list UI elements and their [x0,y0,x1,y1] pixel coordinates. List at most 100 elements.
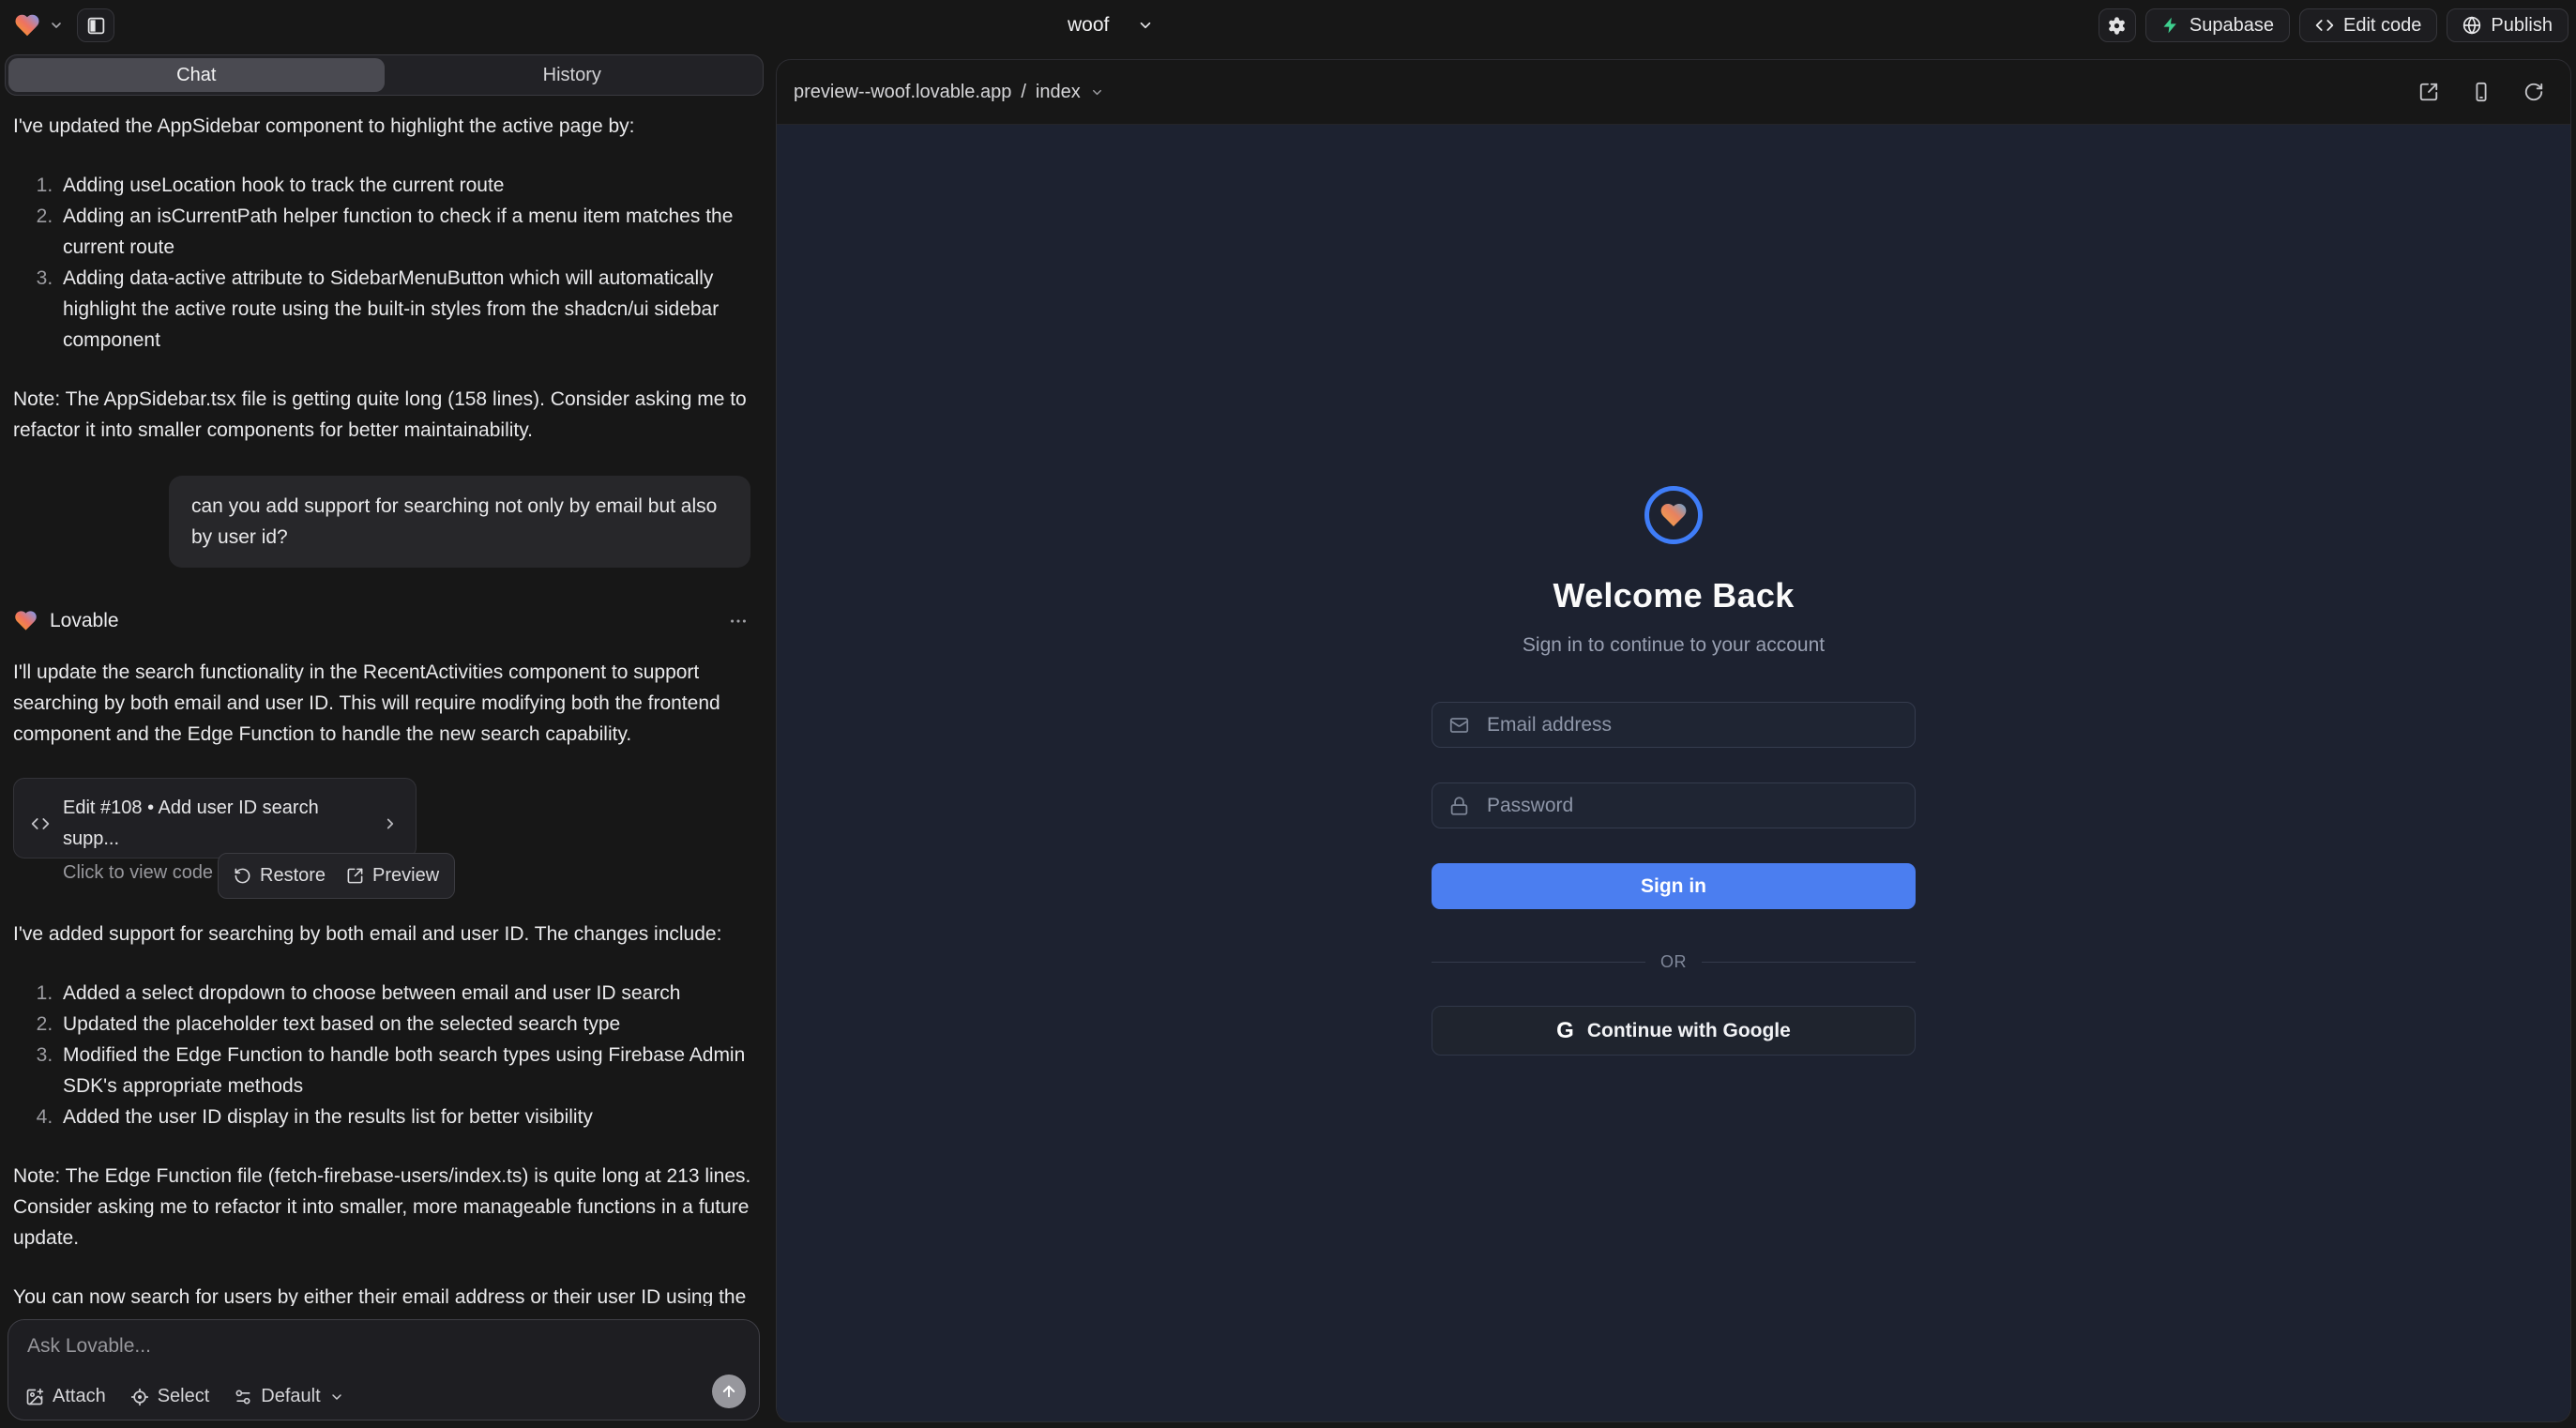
divider-line [1432,962,1645,963]
preview-header: preview--woof.lovable.app / index [777,60,2570,125]
or-divider: OR [1432,952,1916,972]
select-target-icon [130,1388,149,1406]
password-field[interactable] [1432,782,1916,828]
attach-button[interactable]: Attach [25,1386,106,1407]
login-subtitle: Sign in to continue to your account [1523,634,1825,657]
topbar-left [13,0,114,51]
user-message-row: can you add support for searching not on… [13,476,750,568]
supabase-button[interactable]: Supabase [2145,8,2290,42]
ellipsis-icon [728,611,749,631]
list-item: Added a select dropdown to choose betwee… [58,978,754,1009]
app-logo-ring [1644,486,1703,544]
tab-chat[interactable]: Chat [8,58,385,92]
preview-header-icons [2418,82,2544,102]
refresh-button[interactable] [2523,82,2544,102]
restore-label: Restore [260,860,326,891]
edit-code-label: Edit code [2343,15,2421,37]
publish-button[interactable]: Publish [2447,8,2568,42]
login-form: Sign in OR G Continue with Google [1432,657,1916,1056]
open-in-new-tab-button[interactable] [2418,82,2439,102]
restore-icon [234,867,251,885]
code-icon [31,814,50,833]
mobile-view-button[interactable] [2471,82,2492,102]
attach-image-icon [25,1388,44,1406]
preview-page: index [1036,82,1081,103]
settings-button[interactable] [2099,8,2136,42]
assistant-message-intro: I'll update the search functionality in … [13,657,754,750]
sign-in-button[interactable]: Sign in [1432,863,1916,909]
edit-actions-pill: Restore Preview [218,853,455,899]
preview-label: Preview [372,860,439,891]
code-icon [2315,16,2334,35]
supabase-bolt-icon [2161,16,2180,35]
panel-left-icon [86,16,106,36]
mode-label: Default [261,1386,320,1407]
lovable-heart-logo-icon [13,11,41,39]
project-switcher[interactable]: woof [1068,0,1154,51]
external-link-icon [346,867,364,885]
email-field-wrap [1432,702,1916,748]
preview-panel: preview--woof.lovable.app / index [776,59,2571,1422]
publish-label: Publish [2491,15,2553,37]
edit-code-button[interactable]: Edit code [2299,8,2437,42]
lovable-heart-avatar-icon [13,608,38,633]
assistant-message-list: Added a select dropdown to choose betwee… [13,978,754,1132]
mode-dropdown[interactable]: Default [234,1386,343,1407]
preview-url-breadcrumb[interactable]: preview--woof.lovable.app / index [794,82,1104,103]
chevron-down-icon [329,1390,344,1405]
toggle-sidebar-button[interactable] [77,8,114,42]
edit-card-title-row: Edit #108 • Add user ID search supp... [31,793,399,855]
topbar: woof Supabase Edit code [0,0,2576,51]
assistant-message-intro: I've updated the AppSidebar component to… [13,111,754,142]
edit-code-card[interactable]: Edit #108 • Add user ID search supp... C… [13,778,417,858]
gear-icon [2107,16,2127,36]
google-button-label: Continue with Google [1587,1020,1791,1042]
project-name: woof [1068,14,1109,37]
user-message-bubble: can you add support for searching not on… [169,476,750,568]
sliders-icon [234,1388,252,1406]
list-item: Adding useLocation hook to track the cur… [58,170,754,201]
tab-history[interactable]: History [385,58,761,92]
chat-composer: Attach Select Default [8,1319,760,1420]
email-field[interactable] [1432,702,1916,748]
chat-history-tabs: Chat History [5,54,764,96]
workspace-menu-button[interactable] [13,11,64,39]
chat-input[interactable] [8,1320,759,1373]
select-label: Select [158,1386,210,1407]
message-menu-button[interactable] [728,611,749,631]
chevron-down-icon [1090,85,1104,99]
select-element-button[interactable]: Select [130,1386,210,1407]
chevron-down-icon [1137,17,1154,34]
restore-button[interactable]: Restore [234,860,326,891]
edit-card-title: Edit #108 • Add user ID search supp... [63,793,369,855]
login-title: Welcome Back [1553,576,1794,615]
google-g-icon: G [1556,1018,1574,1044]
arrow-up-icon [720,1383,737,1400]
assistant-name: Lovable [50,605,119,636]
chevron-right-icon [382,815,399,832]
preview-host: preview--woof.lovable.app [794,82,1011,103]
continue-with-google-button[interactable]: G Continue with Google [1432,1006,1916,1056]
chat-message-list[interactable]: I've updated the AppSidebar component to… [0,105,767,1306]
list-item: Updated the placeholder text based on th… [58,1009,754,1040]
divider-line [1702,962,1916,963]
list-item: Added the user ID display in the results… [58,1101,754,1132]
assistant-message-outro: You can now search for users by either t… [13,1282,754,1306]
globe-icon [2462,16,2481,35]
preview-iframe-content: Welcome Back Sign in to continue to your… [777,125,2570,1421]
assistant-message-note: Note: The Edge Function file (fetch-fire… [13,1161,754,1253]
chevron-down-icon [49,18,64,33]
assistant-header: Lovable [13,605,754,636]
edit-card-wrap: Edit #108 • Add user ID search supp... C… [13,778,422,890]
assistant-message-list: Adding useLocation hook to track the cur… [13,170,754,356]
supabase-label: Supabase [2190,15,2274,37]
assistant-message-body: I've added support for searching by both… [13,919,754,949]
assistant-message-note: Note: The AppSidebar.tsx file is getting… [13,384,754,446]
send-button[interactable] [712,1375,746,1408]
preview-button[interactable]: Preview [346,860,439,891]
list-item: Adding data-active attribute to SidebarM… [58,263,754,356]
password-field-wrap [1432,782,1916,828]
list-item: Modified the Edge Function to handle bot… [58,1040,754,1101]
mail-icon [1449,715,1469,735]
app-heart-logo-icon [1659,500,1689,530]
